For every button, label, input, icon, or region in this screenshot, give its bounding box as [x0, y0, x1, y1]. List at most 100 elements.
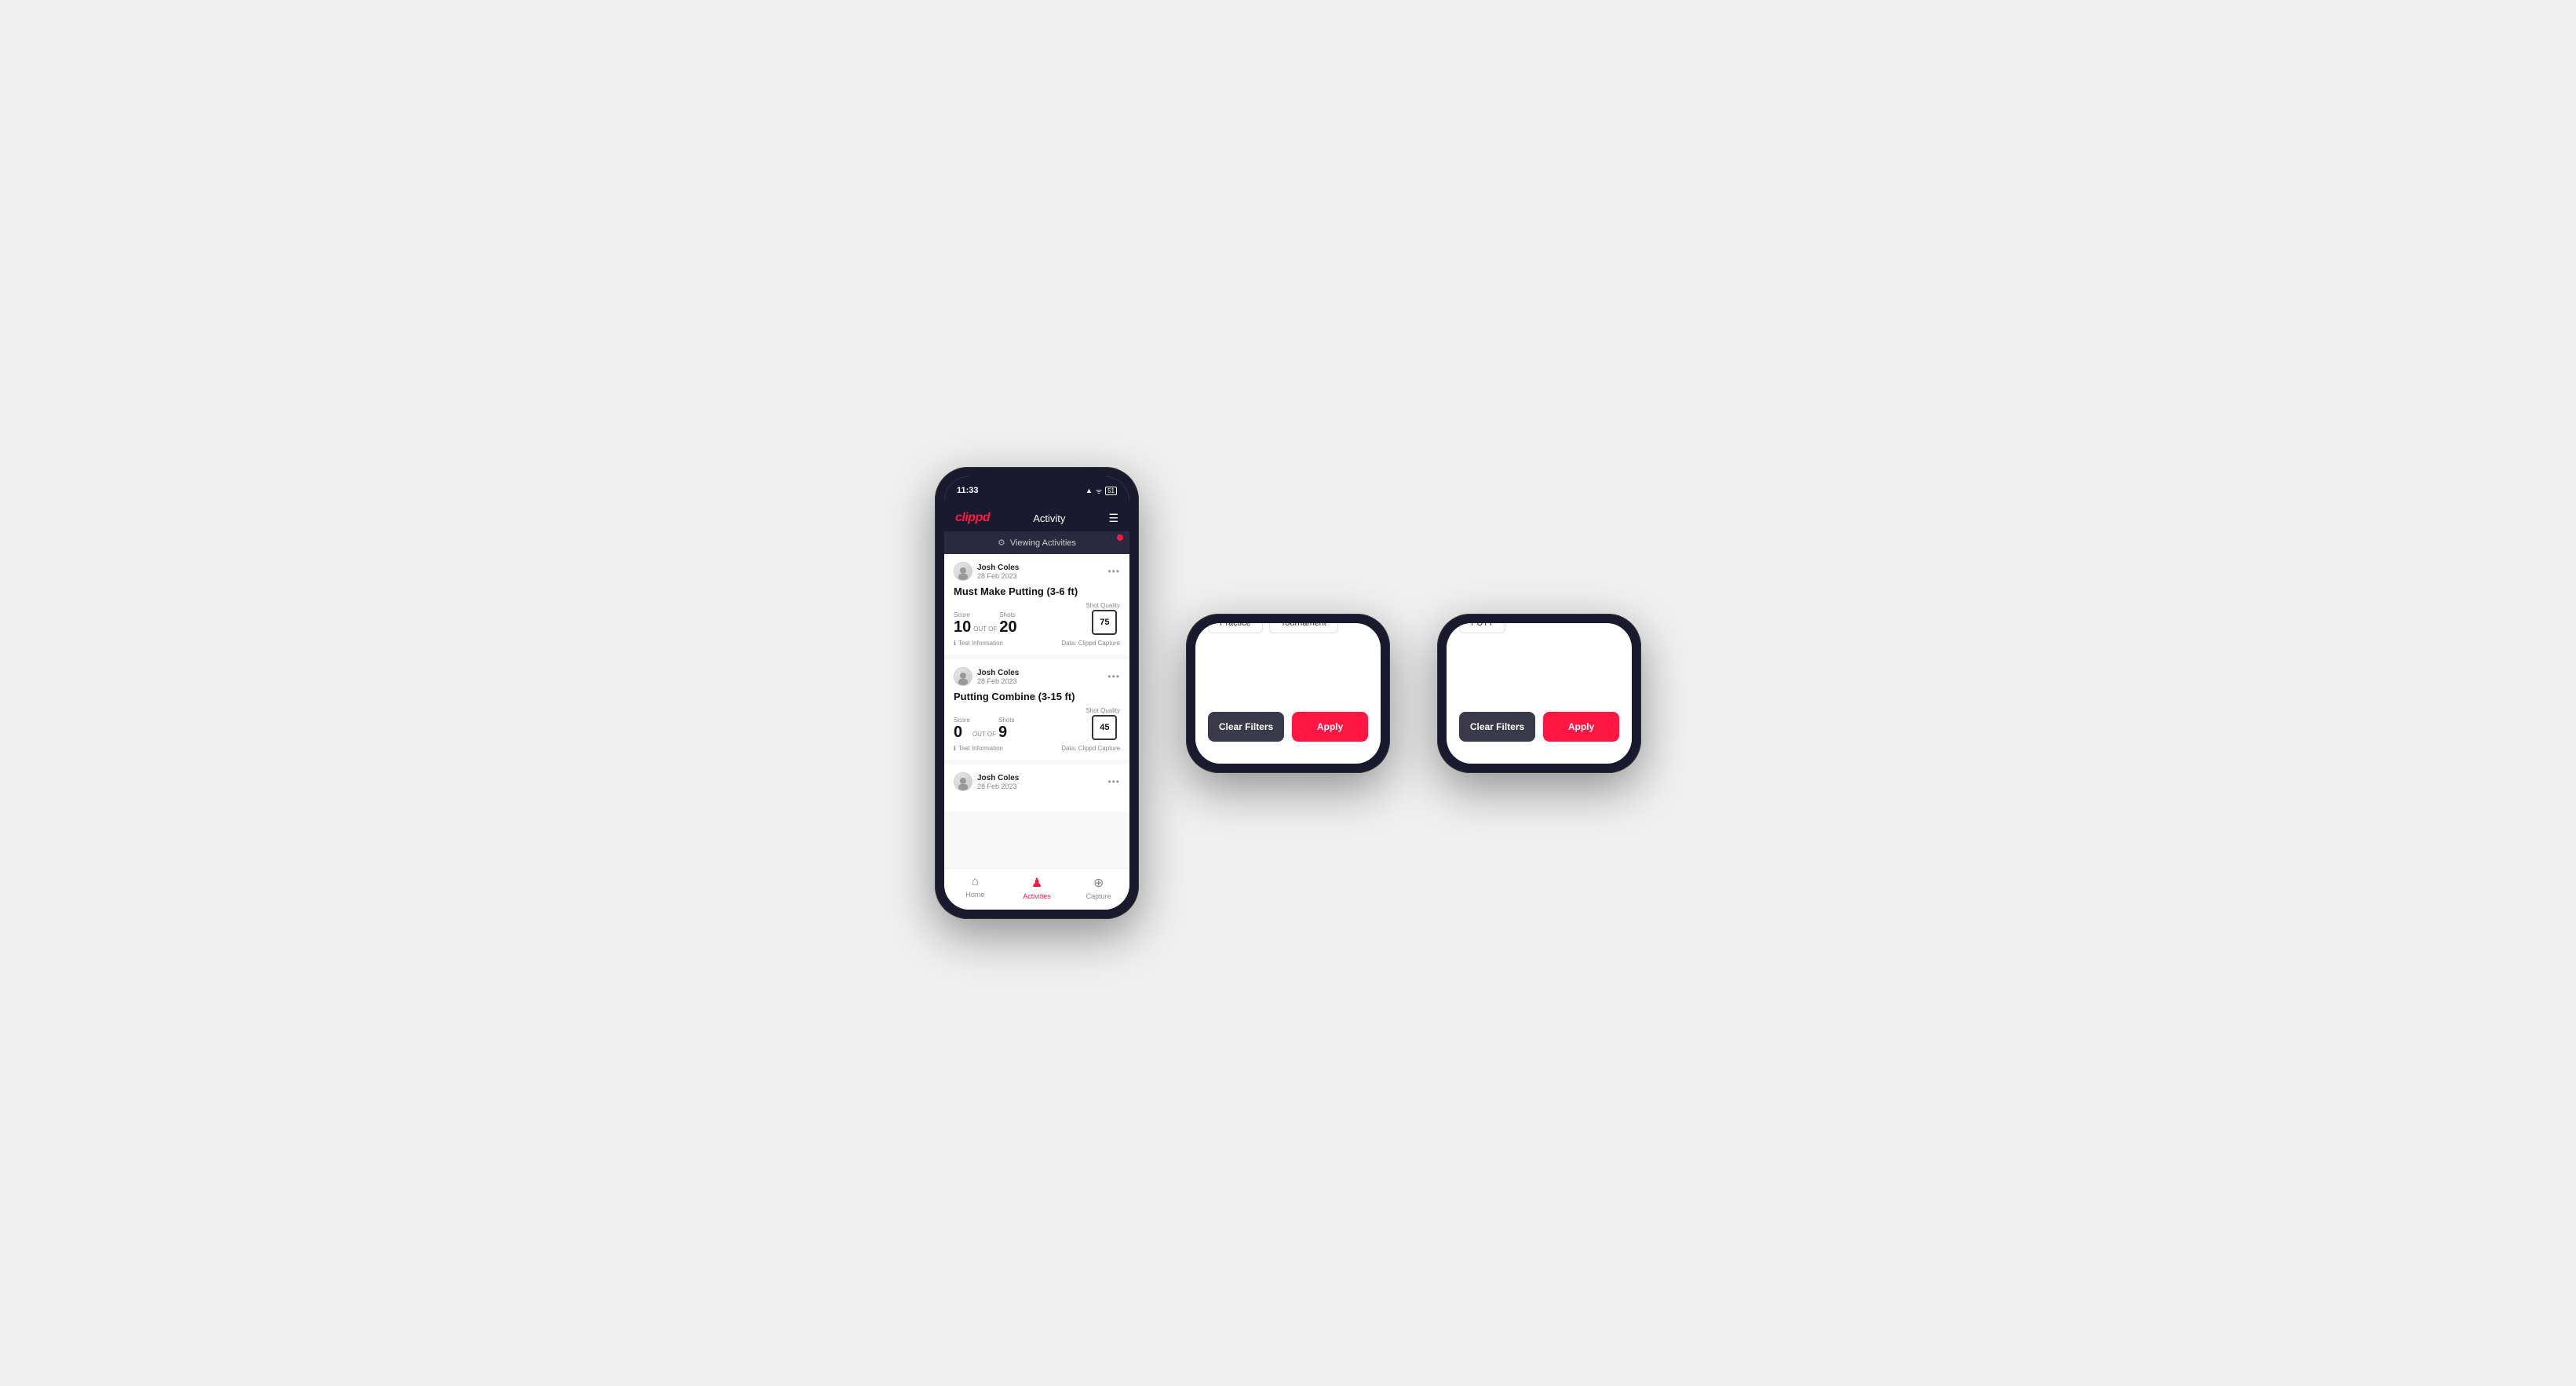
more-dots-3[interactable]: •••: [1107, 776, 1120, 787]
user-info-1: Josh Coles 28 Feb 2023: [954, 562, 1019, 581]
info-icon-1: ℹ: [954, 640, 956, 647]
score-value-2: 0: [954, 724, 970, 740]
phone-3: 11:33 ▲ ᯤ 51 clippd Activity ☰ ⚙ Viewing…: [1437, 614, 1641, 773]
filter-sheet-2: Filter ✕ Show Rounds Practice Drills Rou…: [1195, 623, 1381, 764]
stats-row-1: Score 10 OUT OF Shots 20 Shot Quality 75: [954, 602, 1120, 635]
filter-actions-2: Clear Filters Apply: [1195, 704, 1381, 754]
activity-header-3: Josh Coles 28 Feb 2023 •••: [954, 772, 1120, 791]
practice-drills-chips-3: OTT APP ARG PUTT: [1459, 623, 1619, 633]
test-info-1: ℹ Test Information: [954, 640, 1003, 647]
more-dots-1[interactable]: •••: [1107, 566, 1120, 577]
user-name-date-1: Josh Coles 28 Feb 2023: [977, 564, 1019, 580]
shot-quality-block-1: Shot Quality 75: [1085, 602, 1120, 635]
avatar-1: [954, 562, 972, 581]
phone-2-screen: 11:33 ▲ ᯤ 51 clippd Activity ☰ ⚙ Viewing…: [1195, 623, 1381, 764]
phone-1: 11:33 ▲ ᯤ 51 clippd Activity ☰ ⚙ Viewing…: [935, 467, 1139, 919]
viewing-bar-text-1: Viewing Activities: [1010, 538, 1076, 548]
data-source-2: Data: Clippd Capture: [1061, 745, 1120, 752]
app-title-1: Activity: [1033, 512, 1065, 524]
score-label-1: Score: [954, 611, 971, 618]
user-info-3: Josh Coles 28 Feb 2023: [954, 772, 1019, 791]
user-date-3: 28 Feb 2023: [977, 782, 1019, 790]
score-block-1: Score 10: [954, 611, 971, 635]
activity-item-1[interactable]: Josh Coles 28 Feb 2023 ••• Must Make Put…: [944, 554, 1129, 655]
filter-sheet-3: Filter ✕ Show Rounds Practice Drills Pra…: [1447, 623, 1632, 764]
putt-chip-3[interactable]: PUTT: [1459, 623, 1505, 633]
user-date-1: 28 Feb 2023: [977, 572, 1019, 580]
app-logo-1: clippd: [955, 511, 990, 525]
score-block-2: Score 0: [954, 717, 970, 740]
activity-item-3[interactable]: Josh Coles 28 Feb 2023 •••: [944, 764, 1129, 812]
user-info-2: Josh Coles 28 Feb 2023: [954, 667, 1019, 686]
notch-1: [1005, 476, 1068, 494]
activity-header-2: Josh Coles 28 Feb 2023 •••: [954, 667, 1120, 686]
filter-body-2: Show Rounds Practice Drills Rounds Pract…: [1195, 623, 1381, 704]
shots-block-1: Shots 20: [999, 611, 1016, 635]
info-icon-2: ℹ: [954, 745, 956, 752]
score-value-1: 10: [954, 619, 971, 635]
activity-footer-2: ℹ Test Information Data: Clippd Capture: [954, 745, 1120, 752]
activity-list-1: Josh Coles 28 Feb 2023 ••• Must Make Put…: [944, 554, 1129, 868]
phone-2: 11:33 ▲ ᯤ 51 clippd Activity ☰ ⚙ Viewing…: [1186, 614, 1390, 773]
wifi-icon: ᯤ: [1096, 486, 1102, 496]
user-name-2: Josh Coles: [977, 669, 1019, 677]
bottom-nav-1: ⌂ Home ♟ Activities ⊕ Capture: [944, 868, 1129, 910]
phone-1-screen: 11:33 ▲ ᯤ 51 clippd Activity ☰ ⚙ Viewing…: [944, 476, 1129, 910]
viewing-dot-1: [1117, 534, 1123, 541]
rounds-chips-2: Practice Tournament: [1208, 623, 1368, 633]
settings-icon-1: ⚙: [998, 538, 1005, 548]
out-of-2: OUT OF: [972, 731, 996, 738]
user-name-date-2: Josh Coles 28 Feb 2023: [977, 669, 1019, 685]
user-name-date-3: Josh Coles 28 Feb 2023: [977, 774, 1019, 790]
test-info-2: ℹ Test Information: [954, 745, 1003, 752]
user-name-1: Josh Coles: [977, 564, 1019, 572]
apply-btn-3[interactable]: Apply: [1543, 712, 1619, 742]
shot-quality-label-1: Shot Quality: [1085, 602, 1120, 609]
phone-3-screen: 11:33 ▲ ᯤ 51 clippd Activity ☰ ⚙ Viewing…: [1447, 623, 1632, 764]
tournament-chip-2[interactable]: Tournament: [1269, 623, 1338, 633]
activity-header-1: Josh Coles 28 Feb 2023 •••: [954, 562, 1120, 581]
score-label-2: Score: [954, 717, 970, 724]
apply-btn-2[interactable]: Apply: [1292, 712, 1368, 742]
nav-home[interactable]: ⌂ Home: [944, 875, 1006, 900]
status-icons-1: ▲ ᯤ 51: [1085, 486, 1117, 496]
filter-actions-3: Clear Filters Apply: [1447, 704, 1632, 754]
filter-body-3: Show Rounds Practice Drills Practice Dri…: [1447, 623, 1632, 704]
shot-quality-badge-1: 75: [1092, 610, 1117, 635]
avatar-3: [954, 772, 972, 791]
nav-capture[interactable]: ⊕ Capture: [1067, 875, 1129, 900]
clear-filters-btn-3[interactable]: Clear Filters: [1459, 712, 1535, 742]
shots-label-1: Shots: [999, 611, 1016, 618]
shot-quality-label-2: Shot Quality: [1085, 707, 1120, 714]
activities-icon: ♟: [1031, 875, 1042, 891]
stats-row-2: Score 0 OUT OF Shots 9 Shot Quality 45: [954, 707, 1120, 740]
shot-quality-block-2: Shot Quality 45: [1085, 707, 1120, 740]
hamburger-icon-1[interactable]: ☰: [1108, 512, 1118, 525]
user-name-3: Josh Coles: [977, 774, 1019, 782]
activity-title-2: Putting Combine (3-15 ft): [954, 691, 1120, 702]
scene: 11:33 ▲ ᯤ 51 clippd Activity ☰ ⚙ Viewing…: [888, 420, 1688, 966]
shots-value-2: 9: [998, 724, 1014, 740]
activity-footer-1: ℹ Test Information Data: Clippd Capture: [954, 640, 1120, 647]
data-source-1: Data: Clippd Capture: [1061, 640, 1120, 647]
nav-activities[interactable]: ♟ Activities: [1006, 875, 1068, 900]
home-icon: ⌂: [972, 875, 980, 889]
capture-icon: ⊕: [1093, 875, 1104, 891]
clear-filters-btn-2[interactable]: Clear Filters: [1208, 712, 1284, 742]
activity-title-1: Must Make Putting (3-6 ft): [954, 585, 1120, 597]
activity-item-2[interactable]: Josh Coles 28 Feb 2023 ••• Putting Combi…: [944, 659, 1129, 760]
nav-capture-label: Capture: [1086, 892, 1111, 900]
avatar-2: [954, 667, 972, 686]
shot-quality-badge-2: 45: [1092, 715, 1117, 740]
more-dots-2[interactable]: •••: [1107, 671, 1120, 682]
out-of-1: OUT OF: [973, 626, 997, 633]
nav-home-label: Home: [965, 891, 984, 899]
shots-block-2: Shots 9: [998, 717, 1014, 740]
shots-value-1: 20: [999, 619, 1016, 635]
user-date-2: 28 Feb 2023: [977, 677, 1019, 685]
practice-chip-2[interactable]: Practice: [1208, 623, 1263, 633]
status-bar-1: 11:33 ▲ ᯤ 51: [944, 476, 1129, 505]
viewing-bar-1[interactable]: ⚙ Viewing Activities: [944, 531, 1129, 554]
nav-activities-label: Activities: [1023, 892, 1051, 900]
time-1: 11:33: [957, 486, 979, 495]
